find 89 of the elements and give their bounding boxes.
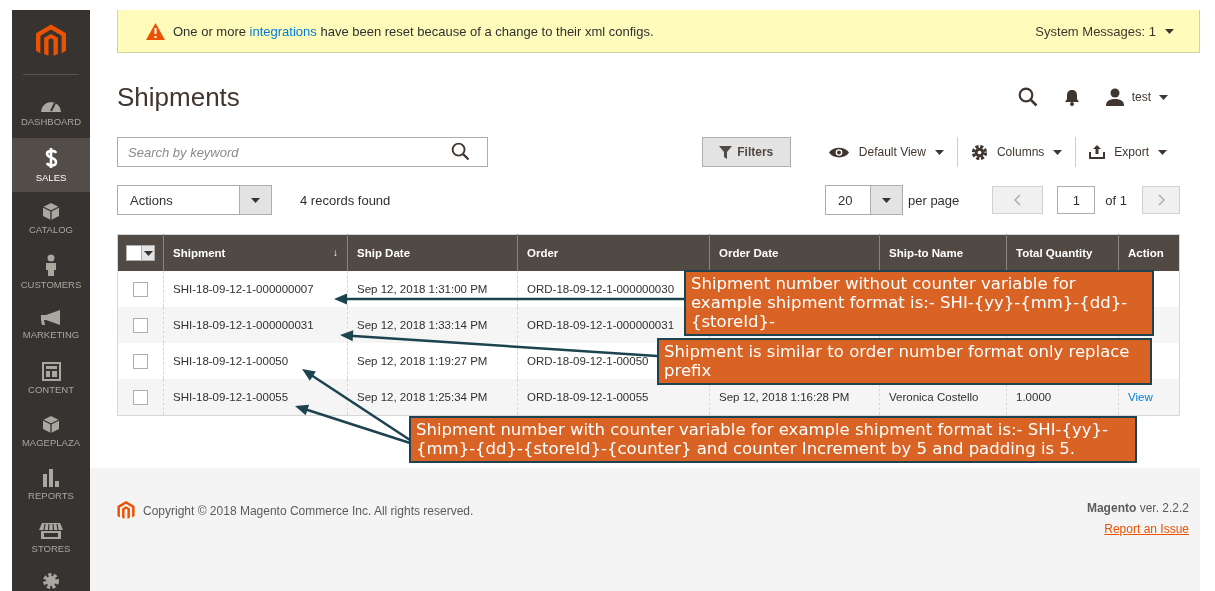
storefront-icon — [38, 522, 64, 541]
caret-icon — [1158, 149, 1167, 155]
table-cell: Sep 12, 2018 1:31:00 PM — [357, 283, 488, 295]
sidebar-nav-item[interactable]: REPORTS — [12, 458, 90, 512]
search-field[interactable]: Search by keyword — [117, 137, 488, 167]
eye-icon — [827, 145, 850, 159]
sidebar-nav-item[interactable]: CATALOG — [12, 191, 90, 245]
view-link[interactable]: View — [1128, 391, 1153, 403]
row-checkbox[interactable] — [133, 353, 148, 369]
caret-icon — [1053, 149, 1063, 155]
table-cell: Sep 12, 2018 1:33:14 PM — [357, 319, 488, 331]
system-messages-toggle[interactable]: System Messages: 1 — [1035, 23, 1174, 39]
person-icon — [45, 253, 57, 276]
bell-icon[interactable] — [1063, 88, 1080, 106]
row-checkbox[interactable] — [133, 317, 148, 333]
table-cell: Veronica Costello — [889, 391, 979, 403]
sidebar-nav-item[interactable]: STORES — [12, 511, 90, 565]
per-page-label: per page — [908, 192, 960, 208]
table-cell: Sep 12, 2018 1:16:28 PM — [719, 391, 850, 403]
filters-button[interactable]: Filters — [701, 137, 791, 167]
column-header[interactable]: Ship Date — [347, 234, 518, 271]
user-menu[interactable]: test — [1105, 88, 1168, 106]
page-count: of 1 — [1105, 192, 1127, 208]
table-cell: SHI-18-09-12-1-000000031 — [173, 319, 314, 331]
previous-page-button[interactable] — [992, 186, 1044, 214]
table-cell: SHI-18-09-12-1-000000007 — [173, 283, 314, 295]
table-cell: ORD-18-09-12-1-000000031 — [527, 319, 675, 331]
table-cell: 1.0000 — [1016, 391, 1052, 403]
column-header[interactable]: Ship-to Name — [879, 234, 1007, 271]
records-count: 4 records found — [300, 192, 391, 208]
sidebar-nav-item[interactable]: MAGEPLAZA — [12, 404, 90, 459]
version-text: Magento ver. 2.2.2 — [1086, 501, 1189, 515]
table-cell: ORD-18-09-12-1-00055 — [527, 391, 649, 403]
search-icon[interactable] — [1017, 87, 1038, 107]
box-icon — [42, 415, 60, 435]
warning-icon — [146, 22, 165, 40]
table-cell: SHI-18-09-12-1-00050 — [173, 355, 289, 367]
column-header[interactable]: Shipment ↓ — [163, 234, 348, 271]
caret-icon — [1165, 28, 1174, 34]
user-icon — [1105, 88, 1124, 106]
caret-icon — [251, 197, 260, 203]
table-cell: ORD-18-09-12-1-000000030 — [527, 283, 675, 295]
page-title: Shipments — [117, 81, 241, 113]
search-icon[interactable] — [451, 142, 470, 161]
column-header[interactable]: Total Quantity — [1006, 234, 1119, 271]
column-header[interactable]: Order — [517, 234, 710, 271]
mass-select-checkbox[interactable] — [126, 245, 155, 261]
magento-logo-icon — [117, 501, 135, 521]
next-page-button[interactable] — [1142, 186, 1180, 214]
table-cell: Sep 12, 2018 1:25:34 PM — [357, 391, 488, 403]
caret-icon — [143, 250, 153, 256]
view-dropdown[interactable]: Default View — [814, 137, 957, 167]
per-page-select[interactable]: 20 — [825, 185, 903, 215]
caret-icon — [934, 149, 944, 155]
sidebar-nav-item[interactable]: SALES — [12, 138, 90, 192]
integrations-link[interactable]: integrations — [249, 23, 317, 39]
caret-icon — [1159, 94, 1168, 100]
annotation-callout: Shipment number with counter variable for example shipment format is:- SHI-{yy}-{mm}-{dd}-{storeId}-{counter} and counter Increment by 5 and padding is 5. — [409, 416, 1137, 463]
row-checkbox[interactable] — [133, 389, 148, 405]
box-icon — [42, 201, 60, 221]
column-header[interactable]: Action — [1118, 234, 1180, 271]
copyright-text: Copyright © 2018 Magento Commerce Inc. All rights reserved. — [143, 504, 474, 518]
dollar-icon — [44, 147, 58, 169]
table-cell: ORD-18-09-12-1-00050 — [527, 355, 649, 367]
layout-icon — [41, 361, 61, 381]
annotation-callout: Shipment number without counter variable for example shipment format is:- SHI-{yy}-{mm}-{dd}-{storeId}- — [684, 270, 1154, 336]
sidebar-nav-item[interactable]: DASHBOARD — [12, 85, 90, 139]
upload-icon — [1089, 145, 1106, 159]
gear-icon — [41, 570, 61, 591]
actions-select[interactable]: Actions — [117, 185, 272, 215]
sidebar-nav-item[interactable]: MARKETING — [12, 298, 90, 352]
table-cell: SHI-18-09-12-1-00055 — [173, 391, 289, 403]
sidebar-nav-item[interactable]: CUSTOMERS — [12, 245, 90, 299]
column-header[interactable]: Order Date — [709, 234, 880, 271]
message-text: One or more integrations have been reset because of a change to their xml configs. — [173, 23, 655, 39]
sidebar-nav-item[interactable]: CONTENT — [12, 351, 90, 405]
page-number-field[interactable]: 1 — [1057, 186, 1096, 214]
funnel-icon — [719, 145, 733, 159]
columns-dropdown[interactable]: Columns — [956, 137, 1076, 167]
megaphone-icon — [40, 309, 62, 327]
chevron-right-icon — [1157, 194, 1165, 206]
annotation-callout: Shipment is similar to order number format only replace prefix — [657, 338, 1152, 385]
export-dropdown[interactable]: Export — [1075, 137, 1180, 167]
gear-icon — [970, 143, 988, 161]
caret-icon — [882, 197, 891, 203]
table-cell: Sep 12, 2018 1:19:27 PM — [357, 355, 488, 367]
chevron-left-icon — [1014, 194, 1022, 206]
row-checkbox[interactable] — [133, 281, 148, 297]
bar-chart-icon — [42, 468, 60, 488]
